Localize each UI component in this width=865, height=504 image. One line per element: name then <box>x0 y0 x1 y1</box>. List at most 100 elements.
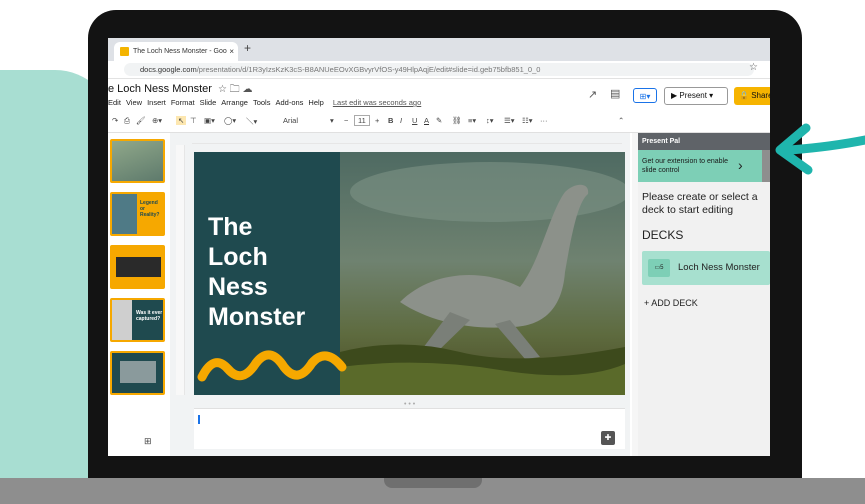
italic-button[interactable]: I <box>400 116 402 125</box>
present-pal-sidebar: Present Pal Get our extension to enable … <box>638 133 770 456</box>
slide-title[interactable]: The Loch Ness Monster <box>208 212 305 332</box>
slide-thumbnail-3[interactable] <box>110 245 165 289</box>
menu-addons[interactable]: Add-ons <box>275 98 303 107</box>
url-path: /presentation/d/1R3yIzsKzK3cS-B8ANUeEOvX… <box>196 65 541 74</box>
thumbnail-4-title: Was it ever captured? <box>136 310 163 322</box>
menu-tools[interactable]: Tools <box>253 98 271 107</box>
thumbnail-image <box>116 257 161 277</box>
decks-heading: DECKS <box>642 228 684 242</box>
browser-tab[interactable]: The Loch Ness Monster - Goo × <box>114 42 238 61</box>
star-folder-cloud-icons[interactable]: ☆ 🗀 ☁ <box>218 84 253 95</box>
thumbnail-2-title: Legend or Reality? <box>140 200 160 218</box>
deck-name: Loch Ness Monster <box>678 262 760 273</box>
highlight-icon[interactable]: ✎ <box>436 116 442 125</box>
deck-slide-count: 5 <box>660 265 664 271</box>
formatting-toolbar: ↷ ⎙ 🖌 ⊕▾ ↖ ⊤ ▣▾ ◯▾ ＼▾ Arial ▾ − 11 + B I… <box>108 112 770 133</box>
slide-title-line: Monster <box>208 303 306 331</box>
more-options[interactable]: ··· <box>540 116 548 125</box>
sidebar-header: Present Pal <box>638 133 770 150</box>
bookmark-star-icon[interactable]: ☆ <box>749 62 758 73</box>
zoom-icon[interactable]: ⊕▾ <box>152 116 162 125</box>
line-icon[interactable]: ＼▾ <box>246 116 257 127</box>
text-color-button[interactable]: A <box>424 116 429 125</box>
thumbnail-image <box>112 300 132 340</box>
thumbnail-image <box>112 194 137 234</box>
slide-thumbnail-2[interactable]: Legend or Reality? <box>110 192 165 236</box>
redo-icon[interactable]: ↷ <box>112 116 118 125</box>
arrow-decoration-icon <box>775 123 865 175</box>
cta-text: Get our extension to enable slide contro… <box>642 158 729 174</box>
menu-help[interactable]: Help <box>308 98 323 107</box>
bold-button[interactable]: B <box>388 116 393 125</box>
bullets-icon[interactable]: ☰▾ <box>504 116 515 125</box>
collapse-chevron-icon[interactable]: ⌃ <box>618 116 624 125</box>
font-dropdown-icon[interactable]: ▾ <box>330 116 334 125</box>
slide-thumbnail-5[interactable] <box>110 351 165 395</box>
slides-favicon-icon <box>120 47 129 56</box>
resize-handle[interactable]: • • • <box>404 401 415 408</box>
text-cursor <box>198 415 200 424</box>
menu-bar: Edit View Insert Format Slide Arrange Tools Add… <box>108 98 426 107</box>
menu-format[interactable]: Format <box>171 98 195 107</box>
line-spacing-icon[interactable]: ↕▾ <box>486 116 494 125</box>
select-tool-icon[interactable]: ↖ <box>176 116 187 125</box>
speaker-notes[interactable]: • • • <box>194 401 625 449</box>
header-actions: ↗ ▤ ⊞▾ ▶ Present ▾ 🔒 Share <box>588 86 770 106</box>
panel-edge <box>762 150 770 182</box>
slide-title-line: The <box>208 213 253 241</box>
present-button[interactable]: ▶ Present ▾ <box>664 87 728 105</box>
thumbnail-image <box>120 361 156 383</box>
numbered-list-icon[interactable]: ☷▾ <box>522 116 533 125</box>
address-bar: 🔒 docs.google.com/presentation/d/1R3yIzs… <box>108 61 770 79</box>
share-button[interactable]: 🔒 Share <box>734 87 770 105</box>
image-icon[interactable]: ▣▾ <box>204 116 215 125</box>
squiggle-decoration <box>197 350 347 382</box>
empty-state-message: Please create or select a deck to start … <box>642 191 758 216</box>
slide-thumbnail-1[interactable] <box>110 139 165 183</box>
slide-title-line: Ness <box>208 273 268 301</box>
slides-header: e Loch Ness Monster ☆ 🗀 ☁ Edit View Insert F… <box>108 78 770 112</box>
textbox-icon[interactable]: ⊤ <box>190 116 197 125</box>
vertical-ruler <box>176 145 185 395</box>
new-tab-button[interactable]: + <box>244 41 251 55</box>
menu-edit[interactable]: Edit <box>108 98 121 107</box>
align-icon[interactable]: ≡▾ <box>468 116 476 125</box>
tab-bar: The Loch Ness Monster - Goo × + <box>108 38 770 61</box>
explore-button[interactable]: ✚ <box>601 431 615 445</box>
present-label: Present <box>679 91 707 100</box>
menu-insert[interactable]: Insert <box>147 98 166 107</box>
decrease-size-icon[interactable]: − <box>344 116 348 125</box>
grid-view-icon[interactable]: ⊞ <box>144 436 152 447</box>
document-title[interactable]: e Loch Ness Monster ☆ 🗀 ☁ <box>108 82 252 99</box>
menu-view[interactable]: View <box>126 98 142 107</box>
tab-title: The Loch Ness Monster - Goo <box>133 48 227 55</box>
link-icon[interactable]: ⛓ <box>452 116 462 125</box>
monster-image <box>340 162 625 395</box>
chevron-right-icon[interactable]: › <box>738 157 743 173</box>
font-size-field[interactable]: 11 <box>354 115 370 126</box>
add-deck-button[interactable]: + ADD DECK <box>644 298 698 308</box>
deck-item[interactable]: ▭5 Loch Ness Monster <box>642 251 770 285</box>
laptop-notch <box>384 478 482 488</box>
menu-arrange[interactable]: Arrange <box>221 98 248 107</box>
slide-thumbnail-4[interactable]: Was it ever captured? <box>110 298 165 342</box>
increase-size-icon[interactable]: + <box>375 116 379 125</box>
horizontal-ruler <box>192 134 622 144</box>
menu-slide[interactable]: Slide <box>200 98 217 107</box>
activity-trend-icon[interactable]: ↗ <box>588 88 597 101</box>
present-pal-icon[interactable]: ⊞▾ <box>633 88 657 103</box>
current-slide[interactable]: The Loch Ness Monster <box>194 152 625 395</box>
loch-ness-monster-illustration[interactable] <box>340 152 625 395</box>
font-select[interactable]: Arial <box>283 116 298 125</box>
shape-icon[interactable]: ◯▾ <box>224 116 236 125</box>
underline-button[interactable]: U <box>412 116 417 125</box>
print-icon[interactable]: ⎙ <box>124 116 130 126</box>
paint-format-icon[interactable]: 🖌 <box>136 116 146 125</box>
slide-title-line: Loch <box>208 243 268 271</box>
url-field[interactable]: docs.google.com/presentation/d/1R3yIzsKz… <box>124 63 754 76</box>
last-edit-link[interactable]: Last edit was seconds ago <box>333 98 421 107</box>
extension-cta[interactable]: Get our extension to enable slide contro… <box>638 150 770 182</box>
tab-close-icon[interactable]: × <box>229 42 234 61</box>
comments-icon[interactable]: ▤ <box>610 87 620 100</box>
document-title-text: e Loch Ness Monster <box>108 83 212 95</box>
